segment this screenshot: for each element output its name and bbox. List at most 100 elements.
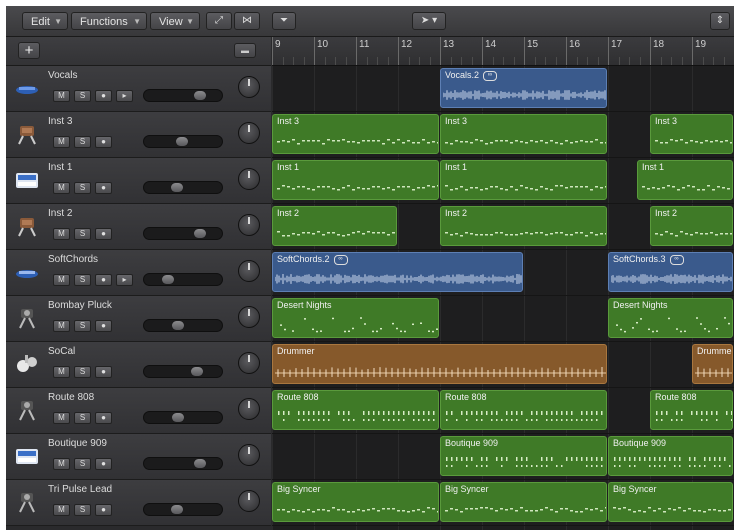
region[interactable]: Inst 3	[440, 114, 607, 154]
filter-button[interactable]: ⏷	[272, 12, 296, 30]
region[interactable]: Desert Nights	[272, 298, 439, 338]
region[interactable]: Route 808	[650, 390, 733, 430]
region[interactable]: Inst 2	[272, 206, 397, 246]
solo-button[interactable]: S	[74, 504, 91, 516]
volume-slider[interactable]	[143, 181, 223, 194]
mute-button[interactable]: M	[53, 136, 70, 148]
pan-knob[interactable]	[238, 352, 260, 374]
region[interactable]: Drummer	[272, 344, 607, 384]
track-name[interactable]: Tri Pulse Lead	[48, 484, 112, 495]
track-header-row[interactable]: SoftChords M S ● ▸	[6, 250, 271, 296]
pan-knob[interactable]	[238, 490, 260, 512]
region[interactable]: Inst 1	[637, 160, 733, 200]
pan-knob[interactable]	[238, 398, 260, 420]
track-lane[interactable]: Vocals.2 ∞	[272, 66, 734, 112]
track-lane[interactable]: Big Syncer Big Syncer Big Syncer	[272, 480, 734, 526]
track-lane[interactable]: Inst 2 Inst 2 Inst 2	[272, 204, 734, 250]
volume-slider-thumb[interactable]	[194, 459, 206, 468]
edit-menu[interactable]: Edit ▼	[22, 12, 68, 30]
track-name[interactable]: Inst 2	[48, 208, 72, 219]
pan-knob[interactable]	[238, 306, 260, 328]
mute-button[interactable]: M	[53, 228, 70, 240]
track-lane[interactable]: SoftChords.2 ∞ SoftChords.3 ∞	[272, 250, 734, 296]
track-header-row[interactable]: Inst 2 M S ●	[6, 204, 271, 250]
volume-slider-thumb[interactable]	[194, 91, 206, 100]
record-enable-button[interactable]: ●	[95, 412, 112, 424]
input-monitor-button[interactable]: ▸	[116, 274, 133, 286]
track-header-row[interactable]: SoCal M S ●	[6, 342, 271, 388]
region[interactable]: Inst 2	[440, 206, 607, 246]
region[interactable]: Inst 3	[272, 114, 439, 154]
record-enable-button[interactable]: ●	[95, 182, 112, 194]
track-header-row[interactable]: Inst 3 M S ●	[6, 112, 271, 158]
mute-button[interactable]: M	[53, 90, 70, 102]
track-header-row[interactable]: Bombay Pluck M S ●	[6, 296, 271, 342]
solo-button[interactable]: S	[74, 412, 91, 424]
volume-slider-thumb[interactable]	[176, 137, 188, 146]
volume-slider[interactable]	[143, 227, 223, 240]
region[interactable]: Inst 1	[272, 160, 439, 200]
region[interactable]: Big Syncer	[440, 482, 607, 522]
region[interactable]: Desert Nights	[608, 298, 733, 338]
volume-slider-thumb[interactable]	[191, 367, 203, 376]
track-lane[interactable]: Desert Nights Desert Nights	[272, 296, 734, 342]
solo-button[interactable]: S	[74, 90, 91, 102]
solo-button[interactable]: S	[74, 458, 91, 470]
volume-slider-thumb[interactable]	[171, 505, 183, 514]
volume-slider-thumb[interactable]	[171, 183, 183, 192]
add-track-button[interactable]: +	[18, 42, 40, 59]
tracks-area[interactable]: Vocals.2 ∞ Inst 3 Inst 3 Inst 3 Inst 1 Inst 1I…	[272, 66, 734, 530]
track-name[interactable]: Bombay Pluck	[48, 300, 112, 311]
solo-button[interactable]: S	[74, 320, 91, 332]
track-lane[interactable]: Inst 3 Inst 3 Inst 3	[272, 112, 734, 158]
volume-slider-thumb[interactable]	[172, 321, 184, 330]
solo-button[interactable]: S	[74, 136, 91, 148]
region[interactable]: Route 808	[440, 390, 607, 430]
track-name[interactable]: Route 808	[48, 392, 94, 403]
mute-button[interactable]: M	[53, 458, 70, 470]
track-header-row[interactable]: Boutique 909 M S ●	[6, 434, 271, 480]
functions-menu[interactable]: Functions ▼	[71, 12, 147, 30]
region[interactable]: Boutique 909	[440, 436, 607, 476]
track-name[interactable]: SoCal	[48, 346, 75, 357]
volume-slider[interactable]	[143, 457, 223, 470]
record-enable-button[interactable]: ●	[95, 504, 112, 516]
region[interactable]: Drummer	[692, 344, 733, 384]
region[interactable]: Boutique 909	[608, 436, 733, 476]
region[interactable]: Route 808	[272, 390, 439, 430]
region[interactable]: SoftChords.3 ∞	[608, 252, 733, 292]
region[interactable]: Inst 1	[440, 160, 607, 200]
mute-button[interactable]: M	[53, 320, 70, 332]
record-enable-button[interactable]: ●	[95, 136, 112, 148]
view-menu[interactable]: View ▼	[150, 12, 200, 30]
mute-button[interactable]: M	[53, 504, 70, 516]
record-enable-button[interactable]: ●	[95, 274, 112, 286]
record-enable-button[interactable]: ●	[95, 366, 112, 378]
zoom-stepper[interactable]: ⇕	[710, 12, 730, 30]
volume-slider[interactable]	[143, 503, 223, 516]
pan-knob[interactable]	[238, 214, 260, 236]
input-monitor-button[interactable]: ▸	[116, 90, 133, 102]
track-name[interactable]: Boutique 909	[48, 438, 107, 449]
region[interactable]: Big Syncer	[272, 482, 439, 522]
track-lane[interactable]: Route 808 Route 808 Route 808	[272, 388, 734, 434]
volume-slider-thumb[interactable]	[194, 229, 206, 238]
volume-slider-thumb[interactable]	[172, 413, 184, 422]
record-enable-button[interactable]: ●	[95, 320, 112, 332]
pan-knob[interactable]	[238, 122, 260, 144]
mute-button[interactable]: M	[53, 182, 70, 194]
volume-slider[interactable]	[143, 273, 223, 286]
region[interactable]: Inst 3	[650, 114, 733, 154]
track-header-row[interactable]: Route 808 M S ●	[6, 388, 271, 434]
track-lane[interactable]: Boutique 909 Boutique 909	[272, 434, 734, 480]
solo-button[interactable]: S	[74, 228, 91, 240]
region[interactable]: Big Syncer	[608, 482, 733, 522]
record-enable-button[interactable]: ●	[95, 458, 112, 470]
region[interactable]: SoftChords.2 ∞	[272, 252, 523, 292]
track-name[interactable]: Inst 1	[48, 162, 72, 173]
solo-button[interactable]: S	[74, 366, 91, 378]
mute-button[interactable]: M	[53, 366, 70, 378]
global-tracks-button[interactable]: ▬	[234, 43, 256, 58]
track-header-row[interactable]: Inst 1 M S ●	[6, 158, 271, 204]
record-enable-button[interactable]: ●	[95, 228, 112, 240]
